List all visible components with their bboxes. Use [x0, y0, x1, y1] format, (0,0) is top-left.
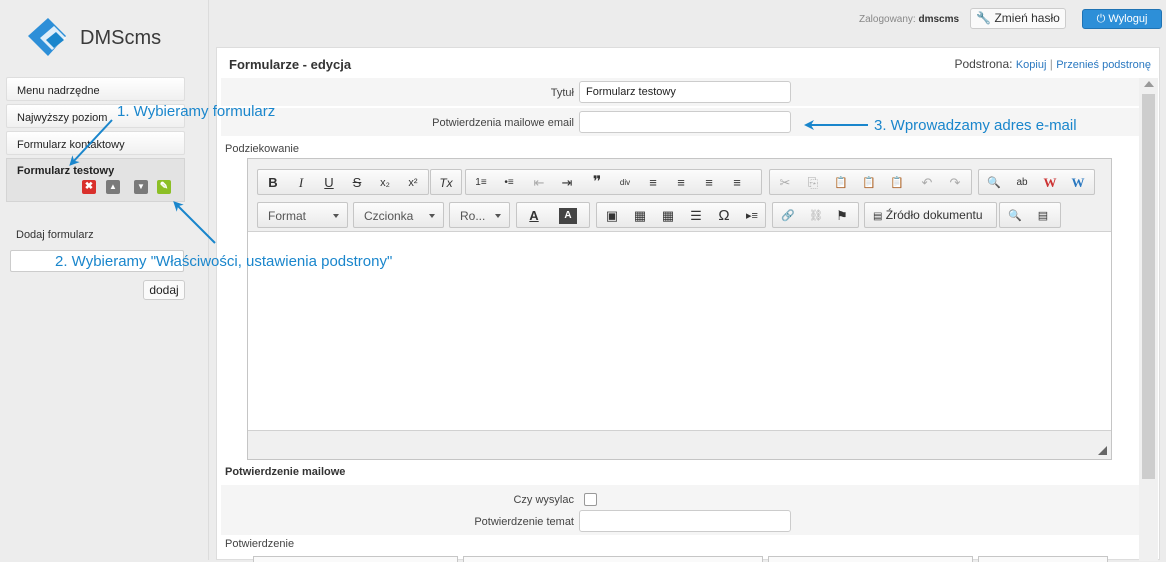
arrow-step2 [173, 201, 216, 244]
annotation-step1: 1. Wybieramy formularz [117, 103, 276, 120]
annotation-step2: 2. Wybieramy "Właściwości, ustawienia po… [55, 253, 393, 270]
annotation-arrows [69, 119, 868, 244]
arrow-step1 [69, 119, 113, 166]
annotation-step3: 3. Wprowadzamy adres e-mail [874, 117, 1077, 134]
